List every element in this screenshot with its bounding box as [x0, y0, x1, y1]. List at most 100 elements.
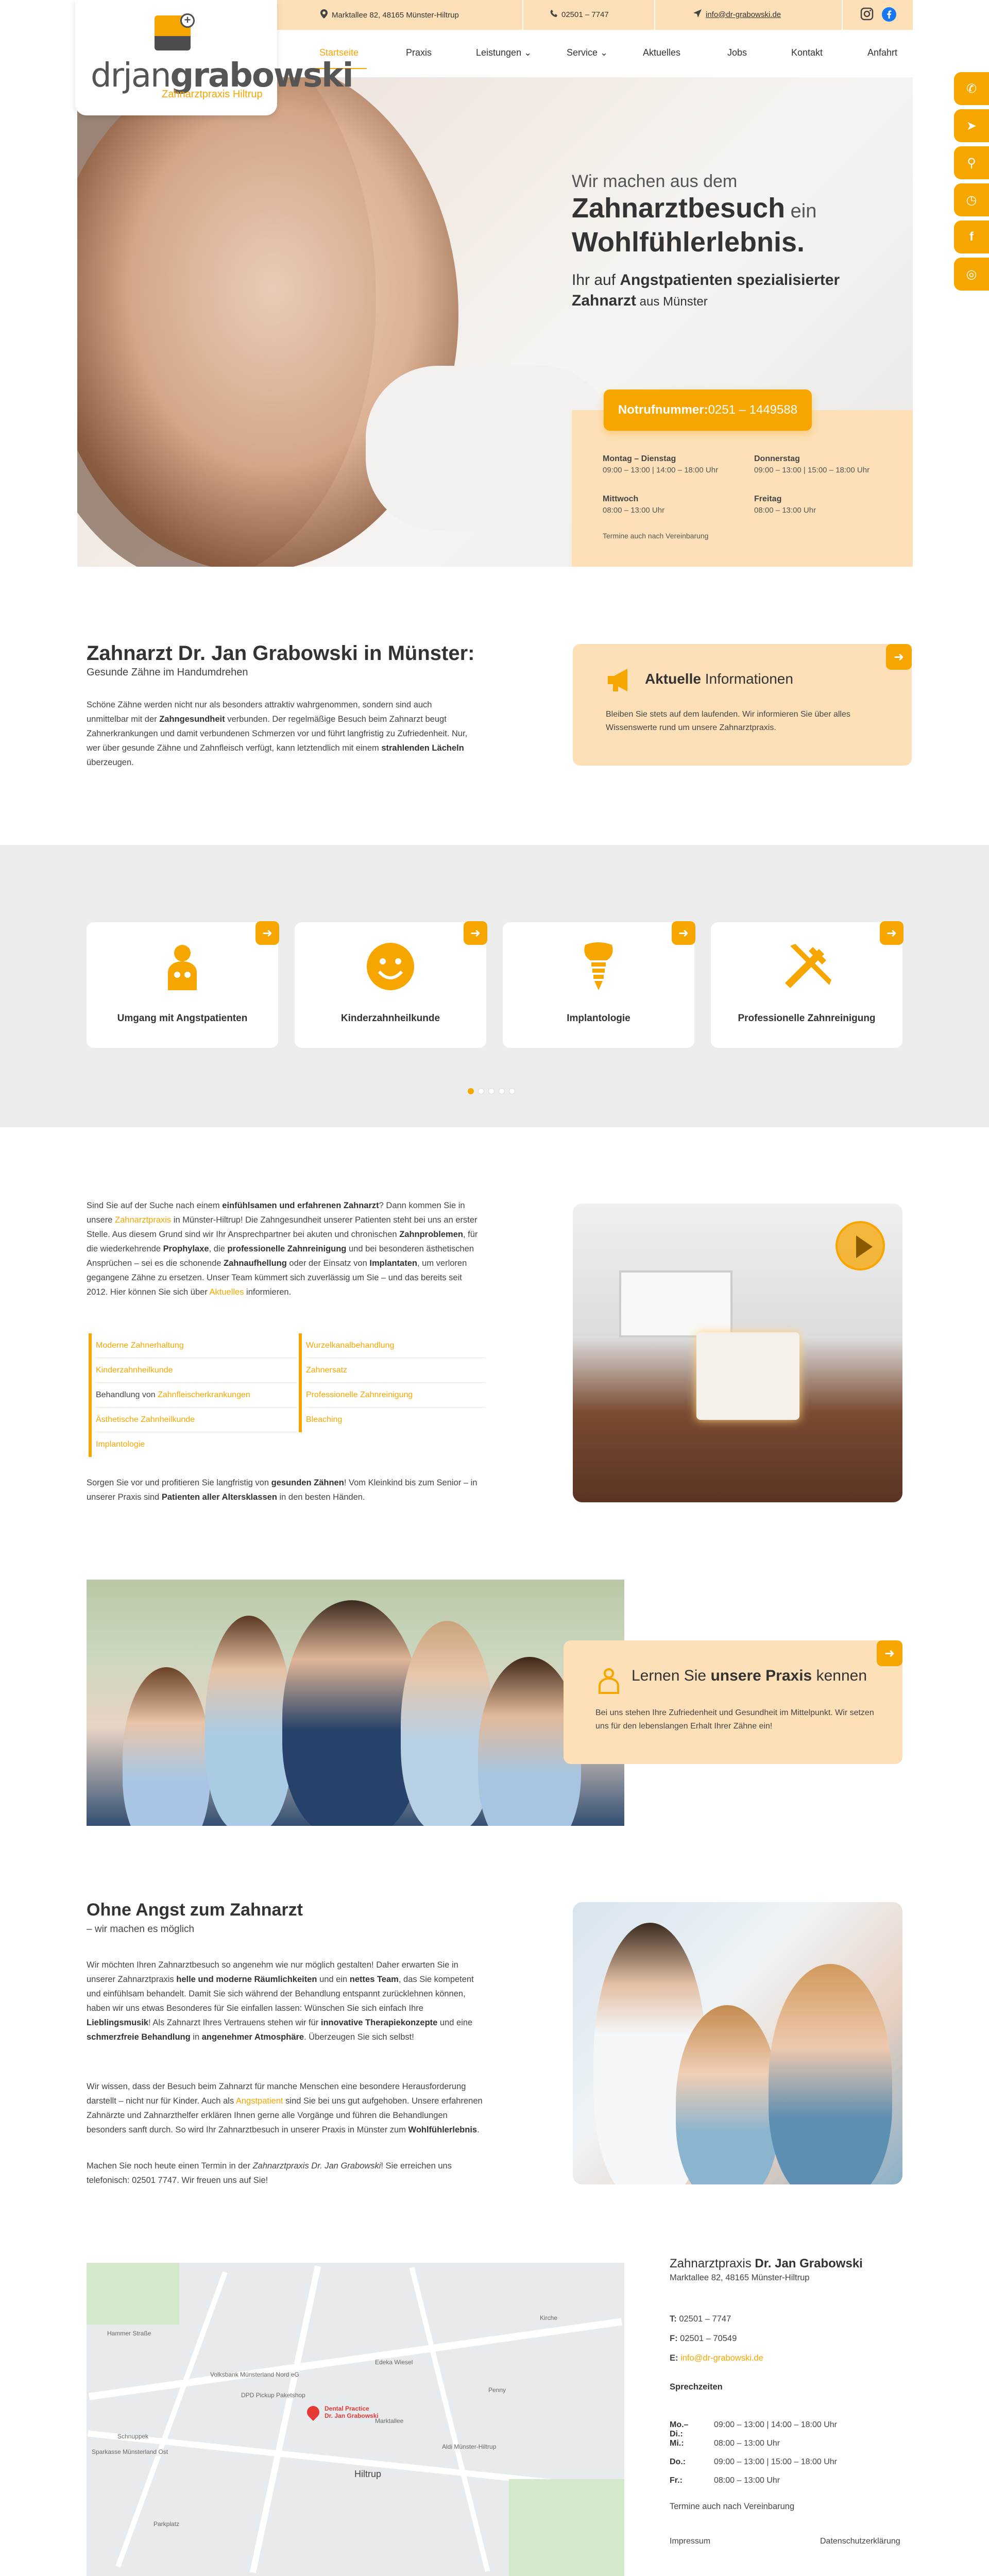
team-member-image	[205, 1616, 293, 1826]
contact-email[interactable]: E: info@dr-grabowski.de	[670, 2351, 912, 2365]
phone-item[interactable]: 02501 – 7747	[550, 9, 609, 20]
carousel-dot[interactable]	[478, 1088, 484, 1094]
phone-text: 02501 – 7747	[561, 10, 609, 19]
list-item[interactable]: Kinderzahnheilkunde	[96, 1358, 297, 1383]
carousel-dot[interactable]	[509, 1088, 515, 1094]
nav-aktuelles[interactable]: Aktuelles	[643, 47, 680, 58]
news-box[interactable]: Aktuelle Informationen Bleiben Sie stets…	[573, 644, 912, 766]
side-quick-links: ✆ ➤ ⚲ ◷ f ◎	[954, 72, 989, 299]
play-icon[interactable]	[835, 1221, 885, 1270]
list-item[interactable]: Zahnersatz	[306, 1358, 485, 1383]
contact-phone[interactable]: T: 02501 – 7747	[670, 2312, 912, 2326]
services-carousel: Umgang mit Angstpatienten ➜ Kinderzahnhe…	[0, 845, 989, 1127]
intro-subtitle: Gesunde Zähne im Handumdrehen	[87, 667, 248, 678]
hero-subline: Ihr auf Angstpatienten spezialisierter Z…	[572, 272, 840, 309]
service-card-implantologie[interactable]: Implantologie ➜	[503, 921, 695, 1048]
nav-kontakt[interactable]: Kontakt	[791, 47, 823, 58]
divider	[522, 0, 523, 30]
location-map[interactable]: Dental Practice Dr. Jan Grabowski Volksba…	[87, 2263, 624, 2576]
nav-praxis[interactable]: Praxis	[406, 47, 432, 58]
service-card-zahnreinigung[interactable]: Professionelle Zahnreinigung ➜	[711, 921, 903, 1048]
praxis-arrow-button[interactable]: ➜	[877, 1640, 902, 1666]
list-item[interactable]: Professionelle Zahnreinigung	[306, 1383, 485, 1408]
hours-note: Termine auch nach Vereinbarung	[603, 532, 709, 540]
map-label: DPD Pickup Paketshop	[241, 2392, 305, 2399]
list-item[interactable]: Behandlung von Zahnfleischerkrankungen	[96, 1383, 297, 1408]
logo-subtitle: Zahnarztpraxis Hiltrup	[162, 89, 263, 100]
address-text: Marktallee 82, 48165 Münster-Hiltrup	[332, 10, 459, 20]
map-label: Hammer Straße	[107, 2330, 151, 2337]
top-contact-bar: Marktallee 82, 48165 Münster-Hiltrup 025…	[275, 0, 913, 30]
team-icon	[595, 1667, 622, 1694]
intro-paragraph: Schöne Zähne werden nicht nur als besond…	[87, 700, 468, 767]
map-label: Kirche	[540, 2314, 558, 2321]
smiley-icon	[365, 941, 416, 992]
carousel-dot[interactable]	[488, 1088, 494, 1094]
about-paragraph-2: Sorgen Sie vor und profitieren Sie langf…	[87, 1478, 478, 1502]
phone-icon	[550, 9, 557, 20]
nav-leistungen[interactable]: Leistungen ⌄	[476, 47, 532, 58]
hero-section: Wir machen aus dem Zahnarztbesuch ein Wo…	[77, 77, 913, 567]
dentist-with-child-photo	[573, 1902, 902, 2184]
email-item[interactable]: info@dr-grabowski.de	[693, 9, 781, 20]
service-label: Professionelle Zahnreinigung	[738, 1013, 876, 1024]
side-clock-tab[interactable]: ◷	[954, 183, 989, 216]
contact-title: Zahnarztpraxis Dr. Jan Grabowski	[670, 2257, 863, 2270]
list-item[interactable]: Moderne Zahnerhaltung	[96, 1333, 297, 1358]
carousel-dot[interactable]	[499, 1088, 505, 1094]
news-arrow-button[interactable]: ➜	[886, 644, 912, 670]
side-facebook-tab[interactable]: f	[954, 221, 989, 253]
side-phone-tab[interactable]: ✆	[954, 72, 989, 105]
side-location-tab[interactable]: ⚲	[954, 146, 989, 179]
map-pin-label: Dental Practice Dr. Jan Grabowski	[325, 2405, 379, 2419]
email-link[interactable]: info@dr-grabowski.de	[706, 10, 781, 19]
divider	[842, 0, 843, 30]
list-item[interactable]: Wurzelkanalbehandlung	[306, 1333, 485, 1358]
nav-anfahrt[interactable]: Anfahrt	[867, 47, 897, 58]
arrow-right-icon: ➜	[886, 926, 897, 940]
reception-video[interactable]	[573, 1204, 902, 1502]
instagram-icon: ◎	[966, 267, 977, 281]
side-send-tab[interactable]: ➤	[954, 109, 989, 142]
map-label: Parkplatz	[154, 2520, 180, 2528]
service-arrow-button[interactable]: ➜	[255, 921, 279, 945]
praxis-box[interactable]: Lernen Sie unsere Praxis kennen Bei uns …	[564, 1640, 902, 1764]
service-card-kinderzahnheilkunde[interactable]: Kinderzahnheilkunde ➜	[295, 921, 487, 1048]
park-area	[509, 2479, 624, 2576]
impressum-link[interactable]: Impressum	[670, 2535, 710, 2548]
instagram-link[interactable]	[860, 7, 874, 23]
angst-title: Ohne Angst zum Zahnarzt	[87, 1900, 303, 1920]
facebook-link[interactable]	[882, 7, 896, 24]
contact-block: Zahnarztpraxis Dr. Jan Grabowski Marktal…	[670, 2257, 912, 2566]
emergency-number-button[interactable]: Notrufnummer: 0251 – 1449588	[604, 389, 812, 431]
arrow-right-icon: ➜	[893, 650, 905, 664]
list-item[interactable]: Ästhetische Zahnheilkunde	[96, 1408, 297, 1432]
site-logo[interactable]: + drjangrabowski Zahnarztpraxis Hiltrup	[75, 0, 354, 115]
child-image	[676, 2005, 779, 2184]
hours-mo-di: Montag – Dienstag 09:00 – 13:00 | 14:00 –…	[603, 454, 719, 474]
nav-service[interactable]: Service ⌄	[567, 47, 608, 58]
map-label: Volksbank Münsterland Nord eG	[210, 2371, 299, 2378]
nav-jobs[interactable]: Jobs	[727, 47, 747, 58]
carousel-dot[interactable]	[468, 1088, 474, 1094]
link-angstpatient[interactable]: Angstpatient	[236, 2096, 283, 2106]
list-item[interactable]: Implantologie	[96, 1432, 297, 1457]
side-instagram-tab[interactable]: ◎	[954, 258, 989, 291]
phone-icon: ✆	[966, 81, 977, 96]
service-arrow-button[interactable]: ➜	[464, 921, 487, 945]
link-zahnarztpraxis[interactable]: Zahnarztpraxis	[115, 1215, 171, 1225]
tooth-logo-icon: +	[155, 13, 195, 50]
map-label: Sparkasse Münsterland Ost	[92, 2448, 168, 2455]
carousel-dots	[468, 1088, 515, 1094]
hero-headline: Wir machen aus dem Zahnarztbesuch ein Wo…	[572, 172, 817, 258]
arrow-right-icon: ➜	[678, 926, 689, 940]
list-item[interactable]: Bleaching	[306, 1408, 485, 1432]
datenschutz-link[interactable]: Datenschutzerklärung	[820, 2535, 900, 2548]
toothbrush-toothpaste-icon	[781, 941, 832, 992]
service-arrow-button[interactable]: ➜	[880, 921, 903, 945]
map-pin-icon[interactable]	[304, 2403, 322, 2421]
hours-do: Donnerstag 09:00 – 13:00 | 15:00 – 18:00 …	[754, 454, 870, 474]
link-aktuelles[interactable]: Aktuelles	[210, 1287, 244, 1297]
service-card-angstpatienten[interactable]: Umgang mit Angstpatienten ➜	[87, 921, 279, 1048]
service-arrow-button[interactable]: ➜	[672, 921, 695, 945]
